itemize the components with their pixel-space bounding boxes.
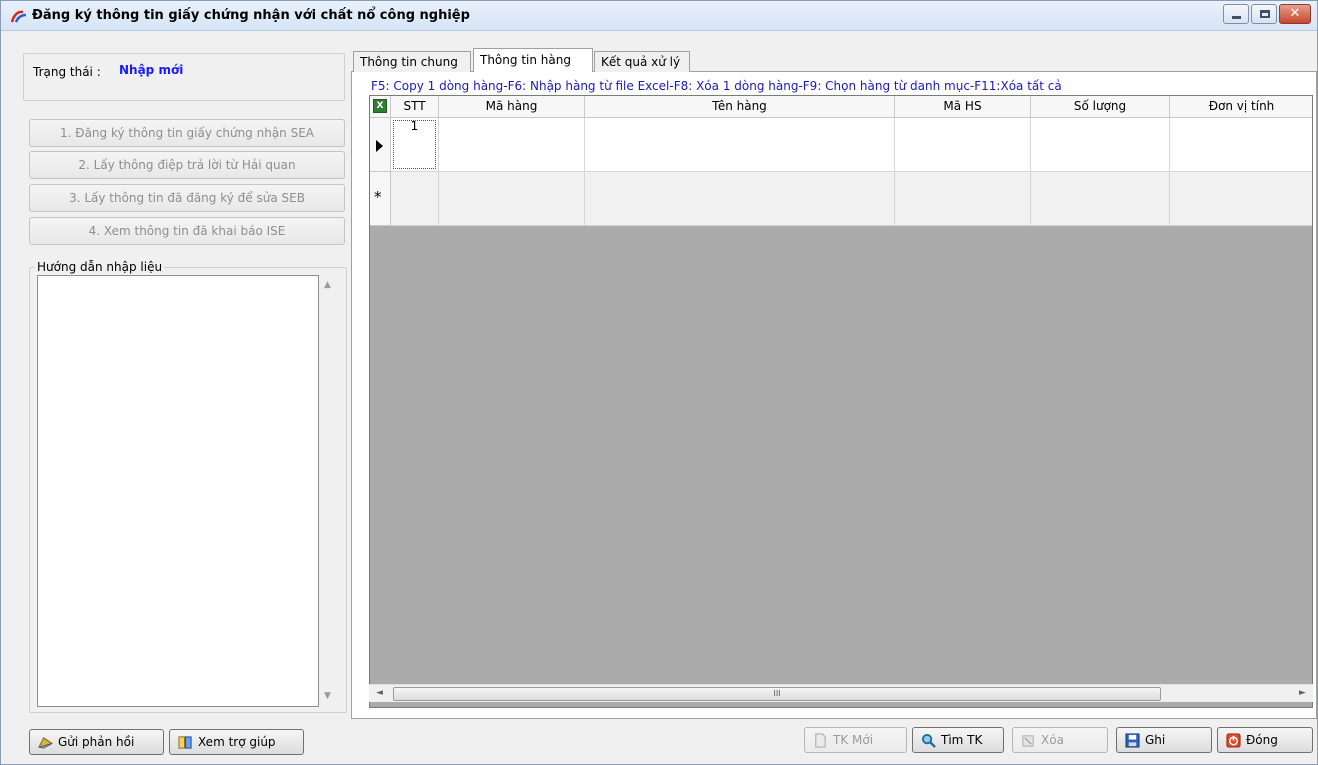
tab-general-info[interactable]: Thông tin chung	[353, 51, 471, 72]
status-value: Nhập mới	[119, 63, 184, 77]
title-bar: Đăng ký thông tin giấy chứng nhận với ch…	[1, 1, 1317, 31]
save-label: Ghi	[1145, 733, 1166, 747]
find-declaration-button[interactable]: Tìm TK	[912, 727, 1004, 753]
maximize-button[interactable]	[1251, 4, 1277, 24]
col-header-stt[interactable]: STT	[391, 96, 439, 118]
guide-textarea[interactable]	[37, 275, 319, 707]
feedback-icon	[38, 737, 53, 749]
search-icon	[921, 733, 936, 748]
status-label: Trạng thái :	[33, 65, 101, 79]
window-controls: ✕	[1223, 4, 1311, 24]
excel-icon: X	[373, 99, 387, 113]
grid-body: X STT Mã hàng Tên hàng Mã HS Số lượng Đơ…	[370, 96, 1312, 691]
step-edit-seb-button[interactable]: 3. Lấy thông tin đã đăng ký để sửa SEB	[29, 184, 345, 212]
col-header-ma-hs[interactable]: Mã HS	[895, 96, 1031, 118]
tab-processing-result[interactable]: Kết quả xử lý	[594, 51, 690, 72]
col-header-ten-hang[interactable]: Tên hàng	[585, 96, 895, 118]
main-window: Đăng ký thông tin giấy chứng nhận với ch…	[0, 0, 1318, 765]
new-row-cell-ten-hang[interactable]	[585, 172, 895, 226]
table-cell-don-vi-tinh[interactable]	[1170, 118, 1312, 172]
new-row-cell-stt[interactable]	[391, 172, 439, 226]
current-row-arrow-icon	[376, 140, 383, 152]
close-icon: ✕	[1289, 6, 1301, 21]
new-row-icon: *	[374, 188, 382, 206]
send-feedback-button[interactable]: Gửi phản hồi	[29, 729, 164, 755]
focus-rectangle	[393, 120, 436, 169]
minimize-icon	[1232, 16, 1241, 19]
new-row-cell-so-luong[interactable]	[1031, 172, 1170, 226]
scroll-up-icon[interactable]: ▲	[319, 277, 336, 294]
close-button[interactable]: Đóng	[1217, 727, 1313, 753]
new-declaration-button[interactable]: TK Mới	[804, 727, 907, 753]
status-box: Trạng thái : Nhập mới	[23, 53, 345, 101]
power-icon	[1226, 733, 1241, 748]
new-row-cell-ma-hs[interactable]	[895, 172, 1031, 226]
new-declaration-label: TK Mới	[833, 733, 874, 747]
col-header-so-luong[interactable]: Số lượng	[1031, 96, 1170, 118]
goods-grid[interactable]: X STT Mã hàng Tên hàng Mã HS Số lượng Đơ…	[369, 95, 1313, 708]
shortcut-hint: F5: Copy 1 dòng hàng-F6: Nhập hàng từ fi…	[371, 79, 1062, 93]
table-cell-ma-hs[interactable]	[895, 118, 1031, 172]
delete-icon	[1022, 735, 1034, 747]
row-selector-new[interactable]: *	[370, 172, 391, 226]
scroll-down-icon[interactable]: ▼	[319, 688, 336, 705]
minimize-button[interactable]	[1223, 4, 1249, 24]
grid-horizontal-scrollbar[interactable]: ◄ III ►	[369, 684, 1313, 702]
col-header-ma-hang[interactable]: Mã hàng	[439, 96, 585, 118]
step-view-ise-button[interactable]: 4. Xem thông tin đã khai báo ISE	[29, 217, 345, 245]
row-selector-current[interactable]	[370, 118, 391, 172]
guide-title: Hướng dẫn nhập liệu	[35, 260, 165, 274]
find-declaration-label: Tìm TK	[941, 733, 983, 747]
save-icon	[1125, 733, 1140, 748]
scroll-left-icon[interactable]: ◄	[371, 685, 388, 702]
book-icon	[178, 736, 192, 749]
step-register-sea-button[interactable]: 1. Đăng ký thông tin giấy chứng nhận SEA	[29, 119, 345, 147]
send-feedback-label: Gửi phản hồi	[58, 735, 135, 749]
view-help-label: Xem trợ giúp	[198, 735, 276, 749]
guide-vertical-scrollbar[interactable]: ▲ ▼	[319, 275, 336, 707]
scroll-right-icon[interactable]: ►	[1294, 685, 1311, 702]
app-logo-icon	[11, 10, 27, 23]
maximize-icon	[1260, 10, 1270, 18]
table-cell-ma-hang[interactable]	[439, 118, 585, 172]
tab-goods-info[interactable]: Thông tin hàng	[473, 48, 593, 72]
new-row-cell-ma-hang[interactable]	[439, 172, 585, 226]
delete-label: Xóa	[1041, 733, 1064, 747]
table-cell-ten-hang[interactable]	[585, 118, 895, 172]
save-button[interactable]: Ghi	[1116, 727, 1212, 753]
col-header-don-vi-tinh[interactable]: Đơn vị tính	[1170, 96, 1312, 118]
new-document-icon	[815, 733, 826, 748]
table-cell-so-luong[interactable]	[1031, 118, 1170, 172]
table-cell-stt[interactable]: 1	[391, 118, 439, 172]
window-title: Đăng ký thông tin giấy chứng nhận với ch…	[32, 8, 470, 23]
step-get-response-button[interactable]: 2. Lấy thông điệp trả lời từ Hải quan	[29, 151, 345, 179]
excel-export-button[interactable]: X	[370, 96, 391, 118]
new-row-cell-don-vi-tinh[interactable]	[1170, 172, 1312, 226]
grid-header-row: X STT Mã hàng Tên hàng Mã HS Số lượng Đơ…	[370, 96, 1312, 118]
close-label: Đóng	[1246, 733, 1278, 747]
delete-button[interactable]: Xóa	[1012, 727, 1108, 753]
close-window-button[interactable]: ✕	[1279, 4, 1311, 24]
scroll-thumb[interactable]: III	[393, 687, 1161, 701]
view-help-button[interactable]: Xem trợ giúp	[169, 729, 304, 755]
